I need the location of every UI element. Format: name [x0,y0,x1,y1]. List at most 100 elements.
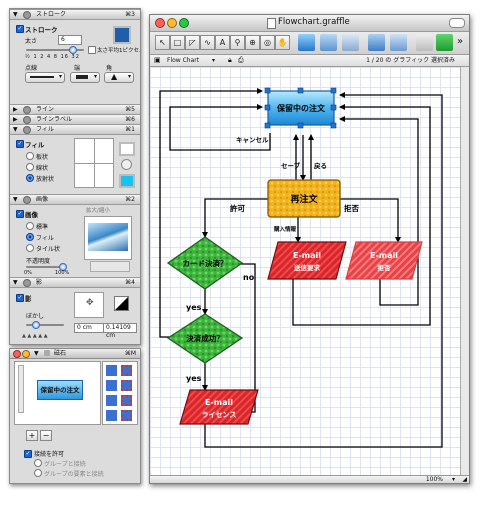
drawing-canvas[interactable]: 保留中の注文 再注文 カード決済？ 決済成功？ E-mail 送信要求 E-ma… [150,67,460,475]
chevron-down-icon[interactable]: ▾ [452,476,455,483]
disclosure-triangle-icon[interactable]: ▼ [13,125,18,134]
line-tool-icon[interactable]: ∿ [200,35,215,50]
magnet-preset[interactable] [106,380,117,391]
vertical-scrollbar[interactable] [460,67,469,475]
fill-option-radial-radio[interactable] [26,174,34,182]
group-connect-radio[interactable] [34,459,42,467]
toolbar-overflow-icon[interactable]: » [457,36,463,47]
magnet-preset[interactable] [106,395,117,406]
stroke-color-well[interactable] [113,26,131,44]
minimize-button[interactable] [167,18,177,28]
close-button[interactable] [13,350,21,358]
zoom-button[interactable] [179,18,189,28]
disclosure-triangle-icon[interactable]: ▼ [13,195,18,204]
zoom-tool-icon[interactable]: ◎ [260,35,275,50]
image-checkbox[interactable]: ✓ [16,210,24,218]
magnet-preset[interactable] [106,365,117,376]
shadow-checkbox[interactable]: ✓ [16,294,24,302]
stroke-width-field[interactable]: 6 [58,35,82,45]
shadow-offset-picker[interactable]: ✥ [74,292,104,318]
chevron-down-icon[interactable]: ▾ [212,55,215,66]
group-icon[interactable] [320,34,337,51]
tip-style-popup[interactable]: ▾ [70,72,100,83]
fill-option-solid-radio[interactable] [26,152,34,160]
group-element-connect-radio[interactable] [34,469,42,477]
close-button[interactable] [155,18,165,28]
magnet-preview-shape[interactable]: 保留中の注文 [37,380,83,400]
inspector-icon[interactable] [416,34,433,51]
image-options-bar[interactable] [90,261,130,272]
email-reject-shape[interactable] [345,241,423,280]
layer-name[interactable]: Flow Chart [167,55,199,66]
shadow-y-field[interactable]: 0.14109 cm [103,323,137,339]
image-section-header[interactable]: ▼ 画像 ⌘2 [10,194,140,205]
magnet-preview-area[interactable]: 保留中の注文 [14,361,101,425]
back-label: 戻る [313,161,327,170]
gradient-center-picker[interactable] [74,138,114,188]
fill-checkbox[interactable]: ✓ [16,140,24,148]
style-tray-icon[interactable] [298,34,315,51]
select-tool-icon[interactable]: ↖ [155,35,170,50]
disclosure-triangle-icon[interactable]: ▼ [34,349,39,358]
stroke-header-label: ストローク [36,11,67,18]
shadow-x-field[interactable]: 0 cm [74,323,104,333]
layer-popup-icon[interactable]: ▣ [154,55,161,66]
stamp-tool-icon[interactable]: ⚲ [230,35,245,50]
hairline-checkbox[interactable] [88,46,96,54]
stroke-section-header[interactable]: ▼ ストローク ⌘3 [10,9,140,20]
shadow-color-well[interactable] [114,296,129,311]
minimize-button[interactable] [22,350,30,358]
disclosure-triangle-icon[interactable]: ▶ [13,105,18,114]
remove-magnet-button[interactable]: − [40,430,52,441]
status-bar: ▣ Flow Chart ▾ 🔒︎ ⎙ 1 / 20 の グラフィック 選択済み [150,55,469,67]
image-well[interactable] [84,216,132,260]
disclosure-triangle-icon[interactable]: ▼ [13,278,18,287]
line-label-shortcut: ⌘6 [125,116,135,123]
disclosure-triangle-icon[interactable]: ▼ [13,10,18,19]
image-option-standard-radio[interactable] [26,222,34,230]
fill-option-solid-label: 板状 [36,154,49,161]
swap-colors-icon[interactable] [121,159,132,170]
corner-style-popup[interactable]: ▲ ▾ [104,72,134,83]
stroke-checkbox[interactable]: ✓ [16,25,24,33]
disclosure-triangle-icon[interactable]: ▶ [13,115,18,124]
allow-connection-checkbox[interactable]: ✓ [24,450,32,458]
magnets-titlebar: ▼ 磁石 ⌘M [10,349,140,359]
text-tool-icon[interactable]: A [215,35,230,50]
magnet-preset[interactable] [106,410,117,421]
add-magnet-button[interactable]: + [26,430,38,441]
resize-grip-icon[interactable]: ◢ [462,476,467,483]
shape-tool-icon[interactable]: ◸ [185,35,200,50]
stencils-icon[interactable] [436,34,453,51]
fill-option-linear-radio[interactable] [26,163,34,171]
magnet-preset[interactable] [121,365,132,376]
toolbar-toggle-button[interactable] [449,18,465,28]
email-send-request-shape[interactable] [267,241,347,280]
fill-color-bottom-well[interactable] [119,174,135,188]
magnet-preset[interactable] [121,410,132,421]
fill-color-top-well[interactable] [119,142,135,156]
magnet-tool-icon[interactable]: ⊕ [245,35,260,50]
magnet-slider[interactable] [18,365,24,413]
print-icon[interactable]: ⎙ [238,55,244,66]
magnet-preset[interactable] [121,395,132,406]
front-icon[interactable] [368,34,385,51]
back-icon[interactable] [390,34,407,51]
lock-icon[interactable]: 🔒︎ [228,55,232,66]
image-option-fill-radio[interactable] [26,233,34,241]
fill-section-header[interactable]: ▼ フィル ⌘1 [10,124,140,135]
bottom-bar: 100% ▾ ◢ [150,475,469,483]
magnet-preset[interactable] [121,380,132,391]
chevron-down-icon: ▾ [93,73,97,80]
dash-style-popup[interactable]: ▾ [25,72,65,83]
flowchart-diagram[interactable]: 保留中の注文 再注文 カード決済？ 決済成功？ E-mail 送信要求 E-ma… [150,67,460,475]
image-option-tile-radio[interactable] [26,244,34,252]
align-icon[interactable] [342,34,359,51]
stroke-checkbox-label: ストローク [25,26,58,34]
stroke-width-knob[interactable] [69,46,77,54]
hand-tool-icon[interactable]: ✋ [275,35,290,50]
shadow-section-header[interactable]: ▼ 影 ⌘4 [10,277,140,288]
zoom-level[interactable]: 100% [426,476,443,483]
rectangle-tool-icon[interactable]: □ [170,35,185,50]
blur-knob[interactable] [32,321,40,329]
